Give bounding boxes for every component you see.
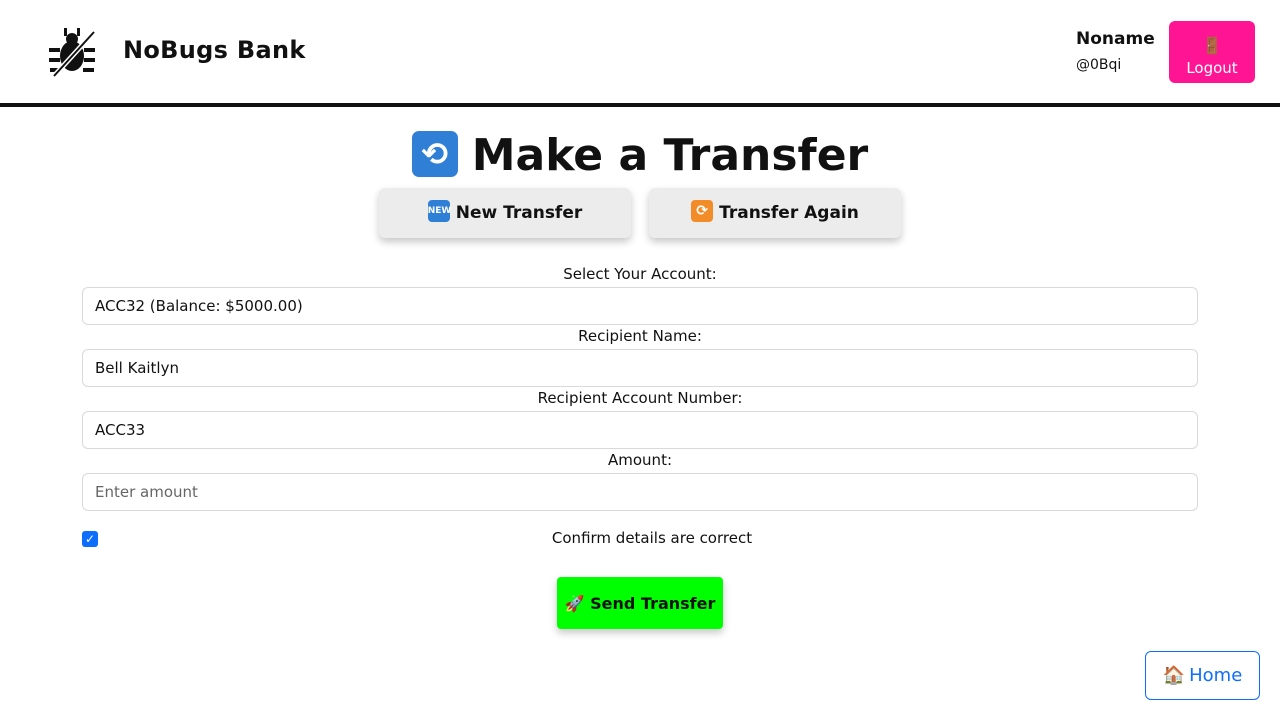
logout-button[interactable]: 🚪 Logout — [1169, 21, 1255, 83]
door-icon: 🚪 — [1202, 35, 1222, 55]
brand-name: NoBugs Bank — [123, 36, 306, 64]
new-badge-icon: NEW — [427, 200, 451, 222]
account-select[interactable]: ACC32 (Balance: $5000.00) — [82, 287, 1198, 325]
refresh-arrows-icon: ⟲ — [411, 131, 458, 177]
house-icon: 🏠 — [1162, 665, 1186, 686]
user-name: Noname — [1076, 29, 1155, 49]
tab-transfer-again-label: Transfer Again — [719, 203, 859, 223]
recipient-account-label: Recipient Account Number: — [537, 389, 743, 407]
tab-new-transfer[interactable]: NEW New Transfer — [379, 188, 631, 238]
confirm-label: Confirm details are correct — [551, 529, 753, 547]
repeat-icon: ⟳ — [691, 200, 714, 222]
account-select-label: Select Your Account: — [563, 265, 717, 283]
recipient-name-input[interactable]: Bell Kaitlyn — [82, 349, 1198, 387]
tab-new-transfer-label: New Transfer — [455, 203, 583, 223]
home-button[interactable]: 🏠 Home — [1145, 651, 1260, 700]
amount-input[interactable]: Enter amount — [82, 473, 1198, 511]
recipient-name-label: Recipient Name: — [578, 327, 702, 345]
page-title: ⟲ Make a Transfer — [0, 130, 1280, 181]
home-label: Home — [1189, 665, 1243, 686]
send-transfer-button[interactable]: 🚀 Send Transfer — [557, 577, 723, 629]
amount-label: Amount: — [608, 451, 672, 469]
logout-label: Logout — [1186, 58, 1238, 77]
tab-transfer-again[interactable]: ⟳ Transfer Again — [649, 188, 901, 238]
user-handle: @0Bqi — [1076, 57, 1122, 73]
bug-logo-icon — [49, 28, 96, 78]
page-title-text: Make a Transfer — [471, 130, 869, 181]
recipient-account-input[interactable]: ACC33 — [82, 411, 1198, 449]
app-header: NoBugs Bank Noname @0Bqi 🚪 Logout — [0, 0, 1280, 107]
